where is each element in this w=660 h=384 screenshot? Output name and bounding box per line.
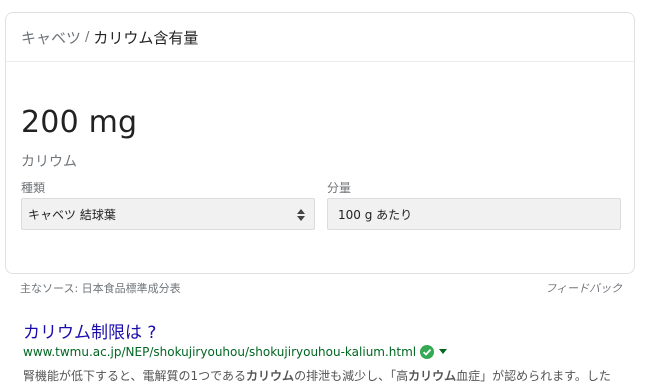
card-header: キャベツ / カリウム含有量	[6, 13, 634, 62]
feedback-link[interactable]: フィードバック	[545, 280, 622, 296]
nutrition-card: キャベツ / カリウム含有量 200 mg カリウム 種類 分量 キャベツ 結球…	[5, 12, 635, 274]
breadcrumb-separator: /	[85, 29, 90, 45]
result-snippet: 腎機能が低下すると、電解質の1つであるカリウムの排泄も減少し、「高カリウム血症」…	[23, 369, 611, 383]
breadcrumb-cabbage-link[interactable]: キャベツ	[21, 27, 81, 48]
amount-label: 分量	[327, 181, 352, 195]
result-url[interactable]: www.twmu.ac.jp/NEP/shokujiryouhou/shokuj…	[23, 345, 416, 359]
amount-select-value: 100 g あたり	[338, 207, 413, 222]
type-select[interactable]: キャベツ 結球葉	[21, 198, 315, 230]
source-note: 主なソース: 日本食品標準成分表	[20, 282, 181, 295]
breadcrumb-current: カリウム含有量	[93, 28, 199, 47]
type-select-value: キャベツ 結球葉	[28, 207, 116, 222]
nutrient-value: 200 mg	[21, 105, 138, 140]
type-label: 種類	[21, 181, 46, 195]
result-url-row: www.twmu.ac.jp/NEP/shokujiryouhou/shokuj…	[23, 345, 448, 359]
result-title-link[interactable]: カリウム制限は ?	[23, 318, 156, 343]
nutrient-name: カリウム	[21, 154, 77, 170]
sort-arrows-icon	[297, 209, 305, 221]
verified-check-icon	[420, 345, 435, 359]
dropdown-caret-icon[interactable]	[439, 349, 448, 355]
amount-select[interactable]: 100 g あたり	[327, 198, 621, 230]
